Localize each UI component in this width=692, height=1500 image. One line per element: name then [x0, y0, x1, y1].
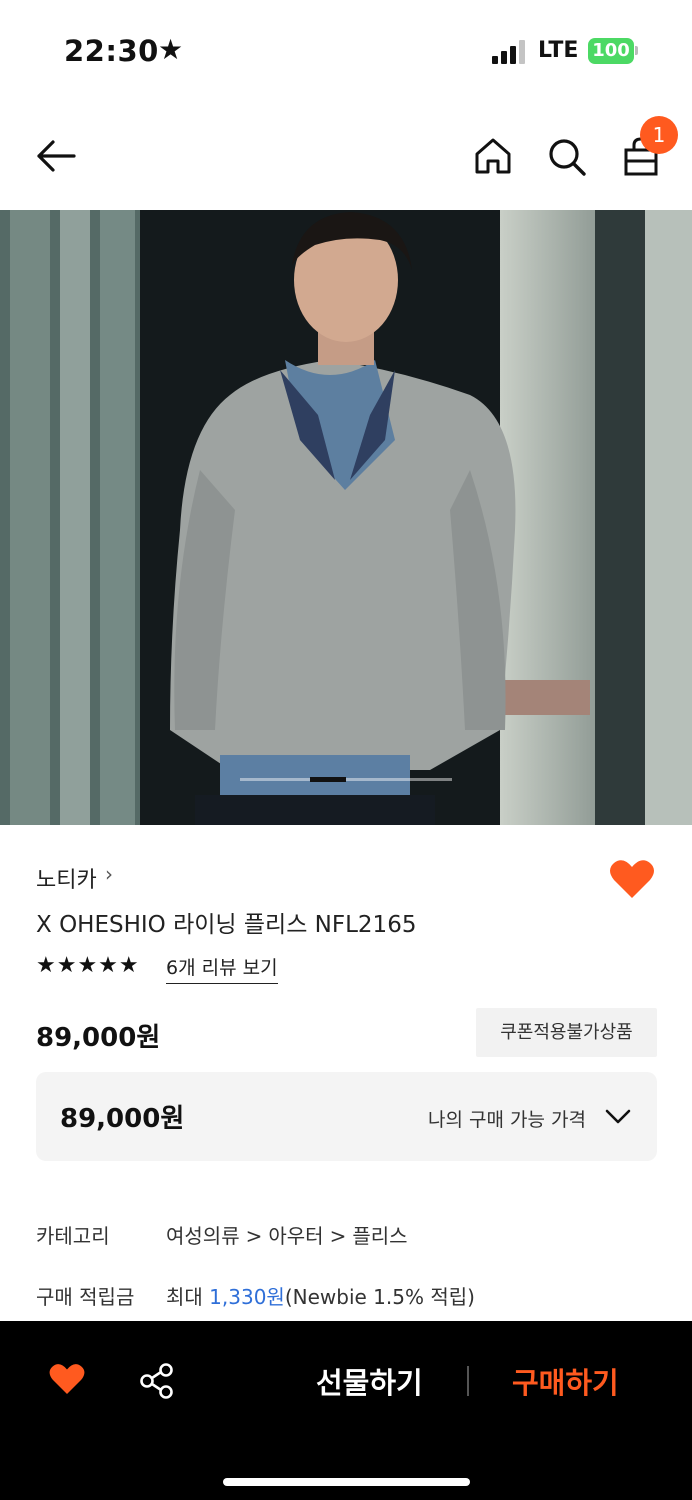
- search-button[interactable]: [546, 136, 588, 182]
- points-label: 구매 적립금: [36, 1285, 135, 1309]
- category-breadcrumb: 여성의류 > 아우터 > 플리스: [166, 1220, 408, 1249]
- product-photo: [0, 210, 692, 825]
- gift-button[interactable]: 선물하기: [316, 1360, 423, 1402]
- chevron-right-icon: >: [245, 1224, 263, 1248]
- product-title: X OHESHIO 라이닝 플리스 NFL2165: [36, 912, 417, 938]
- share-icon: [140, 1363, 173, 1399]
- product-price: 89,000원: [36, 1023, 161, 1053]
- heart-icon: [49, 1364, 85, 1395]
- coupon-notice-badge: 쿠폰적용불가상품: [476, 1008, 657, 1057]
- heart-icon: [610, 860, 654, 898]
- signal-icon: [492, 40, 528, 64]
- bottom-action-bar: [0, 1321, 692, 1500]
- search-icon: [549, 139, 586, 176]
- home-indicator: [223, 1478, 470, 1486]
- review-link[interactable]: 6개 리뷰 보기: [166, 953, 278, 984]
- battery-nub: [635, 46, 638, 55]
- my-price-value: 89,000원: [60, 1104, 185, 1134]
- home-button[interactable]: [473, 136, 513, 180]
- share-button[interactable]: [138, 1362, 176, 1404]
- buy-button[interactable]: 구매하기: [512, 1360, 619, 1402]
- wishlist-button[interactable]: [608, 858, 656, 904]
- nav-bar: [0, 100, 692, 210]
- points-value: 1,330원: [209, 1285, 285, 1309]
- network-label: LTE: [538, 38, 579, 63]
- category-crumb[interactable]: 아우터: [268, 1224, 323, 1248]
- category-crumb[interactable]: 여성의류: [166, 1224, 240, 1248]
- gallery-pager-track: [240, 778, 452, 781]
- star-icon: ★: [158, 33, 184, 66]
- back-button[interactable]: [34, 136, 78, 180]
- battery-icon: 100: [588, 38, 634, 64]
- arrow-left-icon: [37, 140, 76, 172]
- status-bar: 22:30 ★ LTE 100: [0, 0, 692, 100]
- brand-link[interactable]: 노티카: [36, 862, 97, 894]
- bottom-wishlist-button[interactable]: [48, 1362, 86, 1400]
- chevron-down-icon: [605, 1109, 631, 1124]
- cart-count-badge: 1: [640, 116, 678, 154]
- my-price-dropdown[interactable]: 89,000원 나의 구매 가능 가격: [36, 1072, 657, 1161]
- category-crumb[interactable]: 플리스: [352, 1224, 407, 1248]
- points-suffix: (Newbie 1.5% 적립): [284, 1285, 475, 1309]
- chevron-right-icon: >: [329, 1224, 347, 1248]
- category-label: 카테고리: [36, 1224, 110, 1248]
- points-prefix: 최대: [166, 1285, 210, 1309]
- status-time: 22:30: [64, 34, 159, 68]
- gallery-pager-indicator: [310, 777, 346, 782]
- home-icon: [475, 138, 511, 174]
- my-price-label: 나의 구매 가능 가격: [428, 1109, 586, 1131]
- points-detail: 최대 1,330원(Newbie 1.5% 적립): [166, 1281, 475, 1310]
- bottom-bar-divider: [467, 1366, 469, 1396]
- product-image-gallery[interactable]: [0, 210, 692, 825]
- chevron-right-icon: ›: [105, 862, 113, 886]
- rating-stars: ★★★★★: [36, 953, 140, 978]
